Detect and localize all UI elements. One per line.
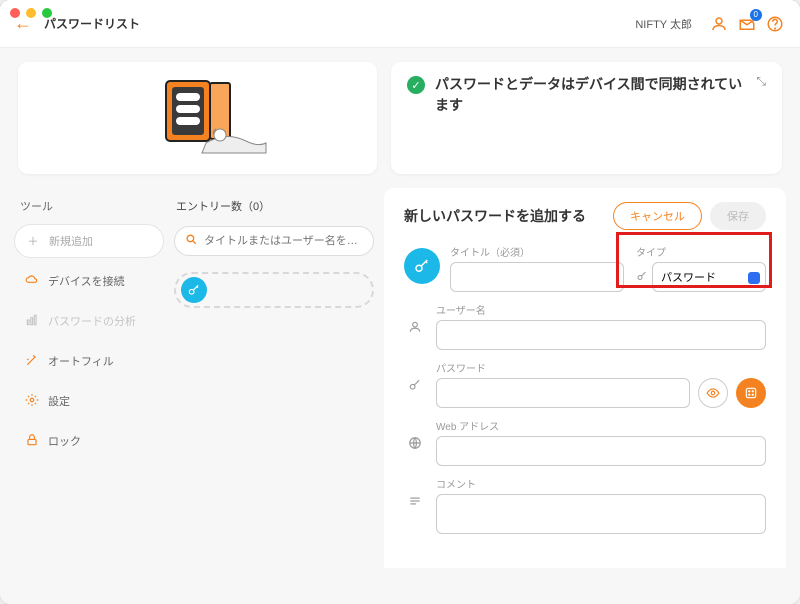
sidebar-item-new[interactable]: ＋ 新規追加 xyxy=(14,224,164,258)
entry-count: エントリー数（0） xyxy=(176,198,374,214)
window-controls[interactable] xyxy=(10,8,52,18)
gear-icon xyxy=(24,393,40,410)
illustration-card xyxy=(18,62,377,174)
sidebar-item-label: オートフィル xyxy=(48,353,114,369)
sidebar-item-settings[interactable]: 設定 xyxy=(14,384,164,418)
user-name: NIFTY 太郎 xyxy=(635,16,692,32)
key-icon xyxy=(404,378,426,392)
help-icon[interactable] xyxy=(764,13,786,35)
sidebar-item-label: デバイスを接続 xyxy=(48,273,125,289)
web-label: Web アドレス xyxy=(436,418,766,433)
sync-message: パスワードとデータはデバイス間で同期されています xyxy=(435,74,748,116)
sidebar-item-label: ロック xyxy=(48,433,81,449)
type-label: タイプ xyxy=(636,244,766,259)
key-small-icon xyxy=(636,270,648,285)
globe-icon xyxy=(404,436,426,450)
title-label: タイトル（必須） xyxy=(450,244,624,259)
comment-input[interactable] xyxy=(436,494,766,534)
minimize-icon[interactable] xyxy=(26,8,36,18)
sync-status-card: ✓ パスワードとデータはデバイス間で同期されています ⤡ xyxy=(391,62,782,174)
save-button[interactable]: 保存 xyxy=(710,202,766,230)
cancel-button[interactable]: キャンセル xyxy=(613,202,702,230)
user-icon xyxy=(404,320,426,334)
sidebar-section-label: ツール xyxy=(14,198,164,214)
comment-label: コメント xyxy=(436,476,766,491)
page-title: パスワードリスト xyxy=(44,15,140,32)
password-label: パスワード xyxy=(436,360,766,375)
title-input[interactable] xyxy=(450,262,624,292)
password-input[interactable] xyxy=(436,378,690,408)
show-password-button[interactable] xyxy=(698,378,728,408)
plus-icon: ＋ xyxy=(25,233,41,249)
key-icon xyxy=(404,248,440,284)
account-icon[interactable] xyxy=(708,13,730,35)
close-icon[interactable] xyxy=(10,8,20,18)
sidebar-item-connect[interactable]: デバイスを接続 xyxy=(14,264,164,298)
generate-password-button[interactable] xyxy=(736,378,766,408)
lock-icon xyxy=(24,433,40,450)
sidebar-item-label: 新規追加 xyxy=(49,233,93,249)
sidebar-item-lock[interactable]: ロック xyxy=(14,424,164,458)
sidebar-item-label: パスワードの分析 xyxy=(48,313,136,329)
check-icon: ✓ xyxy=(407,76,425,94)
search-box[interactable] xyxy=(174,226,374,256)
new-entry-chip[interactable] xyxy=(174,272,374,308)
maximize-icon[interactable] xyxy=(42,8,52,18)
username-input[interactable] xyxy=(436,320,766,350)
sidebar-item-autofill[interactable]: オートフィル xyxy=(14,344,164,378)
sidebar-item-label: 設定 xyxy=(48,393,70,409)
notification-badge: 0 xyxy=(750,9,762,21)
chart-icon xyxy=(24,313,40,330)
web-input[interactable] xyxy=(436,436,766,466)
wand-icon xyxy=(24,353,40,370)
search-icon xyxy=(185,233,198,249)
search-input[interactable] xyxy=(204,235,363,247)
cloud-icon xyxy=(24,273,40,290)
sidebar-item-analyze[interactable]: パスワードの分析 xyxy=(14,304,164,338)
collapse-icon[interactable]: ⤡ xyxy=(756,74,766,89)
form-title: 新しいパスワードを追加する xyxy=(404,206,613,226)
comment-icon xyxy=(404,494,426,508)
notifications-icon[interactable]: 0 xyxy=(736,13,758,35)
key-icon xyxy=(181,277,207,303)
type-select[interactable] xyxy=(652,262,766,292)
username-label: ユーザー名 xyxy=(436,302,766,317)
